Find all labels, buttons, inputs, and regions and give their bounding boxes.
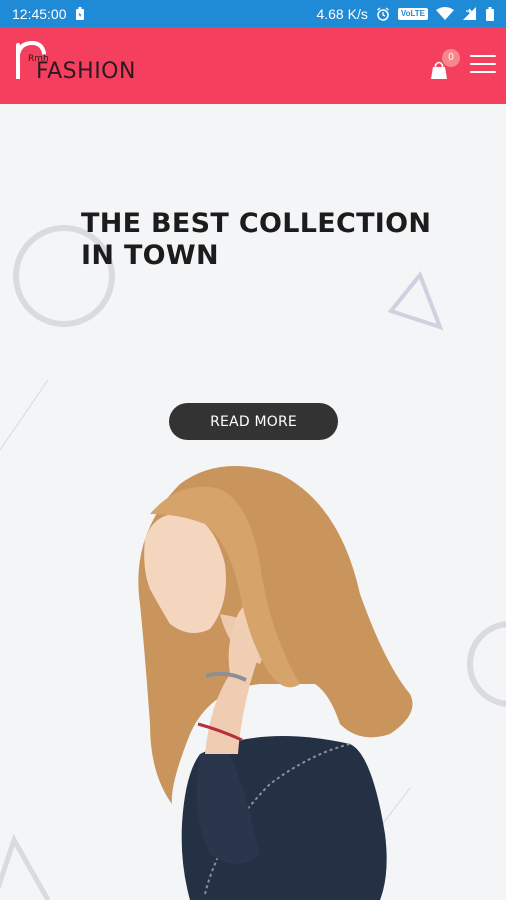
logo-text: FASHION [36,59,136,84]
cart-count-badge: 0 [442,49,460,67]
line-shape-icon [0,379,49,451]
status-time: 12:45:00 [12,5,67,22]
status-bar: 12:45:00 4.68 K/s VoLTE [0,0,506,27]
hero-headline: THE BEST COLLECTION IN TOWN [81,208,432,271]
status-right: 4.68 K/s VoLTE [316,6,494,22]
menu-icon [470,55,496,57]
brand-logo[interactable]: Rmh FASHION [14,39,135,87]
volte-badge: VoLTE [397,7,428,20]
circle-shape-right-icon [467,621,506,707]
alarm-icon [376,6,390,21]
battery-saver-icon [75,6,85,21]
read-more-button[interactable]: READ MORE [169,403,338,440]
battery-icon [486,6,494,21]
model-photo [138,466,413,900]
triangle-shape-icon [387,271,444,331]
network-speed: 4.68 K/s [316,5,368,22]
cart-button[interactable]: 0 [428,49,460,79]
status-left: 12:45:00 [12,6,85,22]
triangle-shape-bottom-icon [0,833,51,900]
signal-icon [462,6,478,21]
menu-button[interactable] [470,55,496,75]
wifi-icon [436,6,454,21]
hero-banner: THE BEST COLLECTION IN TOWN READ MORE [0,104,506,900]
app-header: Rmh FASHION 0 [0,27,506,104]
